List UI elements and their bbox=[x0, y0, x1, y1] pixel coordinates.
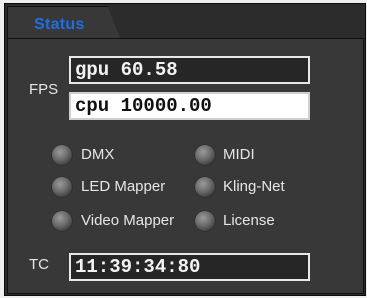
dmx-indicator-icon bbox=[52, 145, 72, 165]
led-mapper-indicator-icon bbox=[52, 177, 72, 197]
timecode-readout: 11:39:34:80 bbox=[69, 253, 310, 281]
timecode-label: TC bbox=[29, 256, 49, 273]
fps-label: FPS bbox=[29, 81, 59, 98]
license-label: License bbox=[223, 212, 275, 229]
gpu-fps-readout: gpu 60.58 bbox=[69, 56, 310, 84]
led-mapper-label: LED Mapper bbox=[81, 178, 166, 195]
kling-net-label: Kling-Net bbox=[223, 178, 285, 195]
license-indicator-icon bbox=[195, 211, 215, 231]
tab-status-label[interactable]: Status bbox=[34, 16, 85, 34]
midi-label: MIDI bbox=[223, 146, 255, 163]
dmx-label: DMX bbox=[81, 146, 115, 163]
midi-indicator-icon bbox=[195, 145, 215, 165]
status-panel: FPS gpu 60.58 cpu 10000.00 DMX MIDI LED … bbox=[7, 38, 364, 294]
kling-net-indicator-icon bbox=[195, 177, 215, 197]
status-window: Status FPS gpu 60.58 cpu 10000.00 DMX MI… bbox=[4, 3, 366, 296]
video-mapper-indicator-icon bbox=[52, 211, 72, 231]
video-mapper-label: Video Mapper bbox=[81, 212, 175, 229]
cpu-fps-readout: cpu 10000.00 bbox=[69, 92, 310, 120]
